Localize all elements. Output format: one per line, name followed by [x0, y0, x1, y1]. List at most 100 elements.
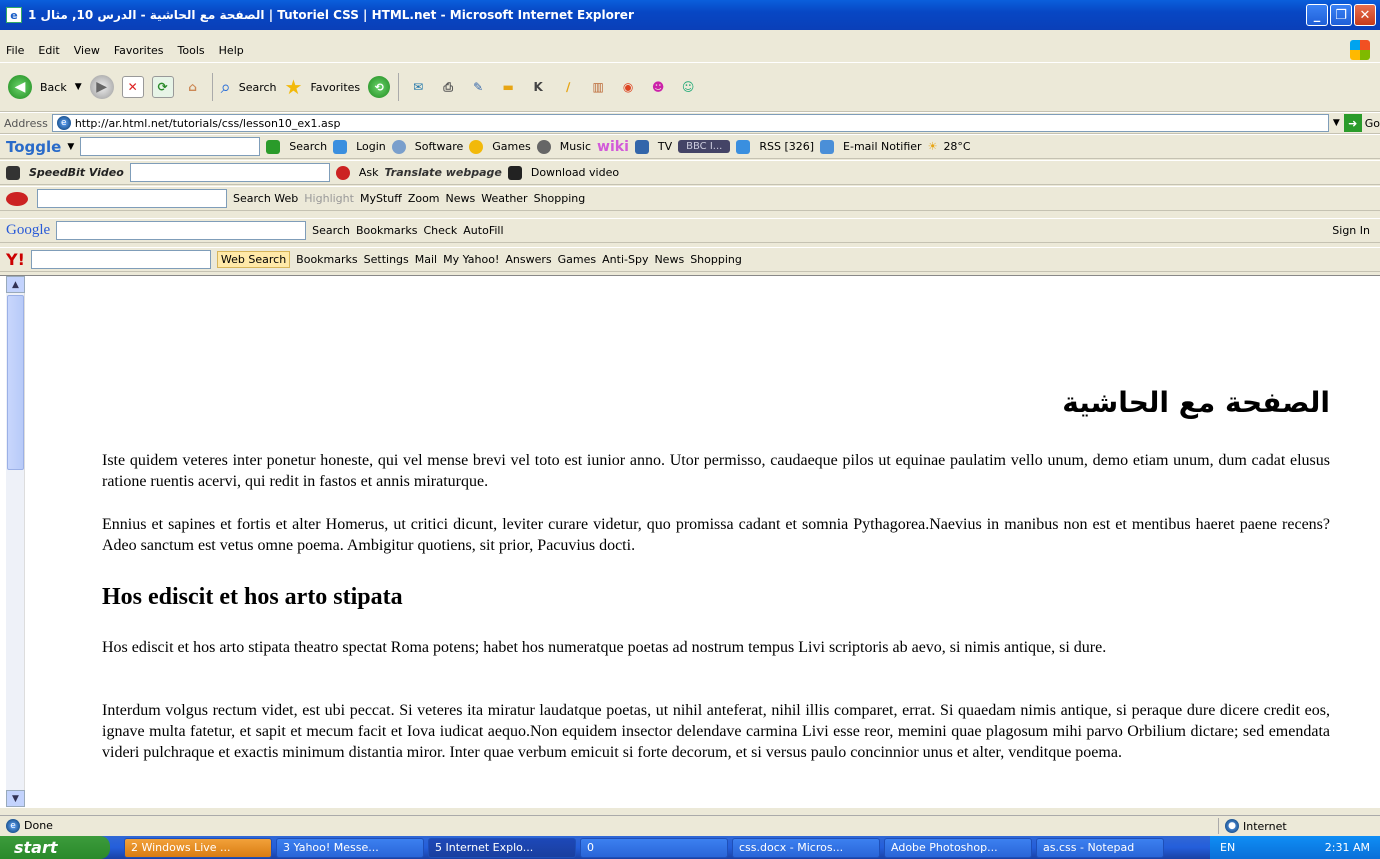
back-dropdown-icon[interactable]: ▼ — [75, 82, 82, 92]
language-indicator[interactable]: EN — [1220, 841, 1235, 854]
title-bar: e الصفحة مع الحاشية - الدرس 10, مثال 1 |… — [0, 0, 1380, 30]
minimize-button[interactable]: _ — [1306, 4, 1328, 26]
print-icon[interactable]: ⎙ — [437, 76, 459, 98]
google-brand[interactable]: Google — [6, 222, 50, 239]
toggle-search-button[interactable]: Search — [289, 140, 327, 153]
yahoo-web-search[interactable]: Web Search — [216, 251, 291, 268]
google-search[interactable]: Search — [312, 224, 350, 237]
google-autofill[interactable]: AutoFill — [463, 224, 503, 237]
menu-favorites[interactable]: Favorites — [114, 44, 164, 57]
edit-icon[interactable]: ✎ — [467, 76, 489, 98]
stop-icon[interactable]: ✕ — [121, 76, 144, 98]
back-arrow-icon[interactable]: ◀ — [8, 75, 32, 99]
scroll-thumb[interactable] — [7, 295, 24, 470]
books-icon[interactable]: ▥ — [587, 76, 609, 98]
taskbar-item[interactable]: 3 Yahoo! Messe... — [276, 837, 424, 858]
yahoo-games[interactable]: Games — [558, 253, 596, 266]
vertical-scrollbar[interactable]: ▲ ▼ — [6, 276, 25, 807]
tool-k-icon[interactable]: K — [527, 76, 549, 98]
taskbar-item[interactable]: 5 Internet Explo... — [428, 837, 576, 858]
google-check[interactable]: Check — [423, 224, 457, 237]
pen-icon[interactable]: ∕ — [557, 76, 579, 98]
ask-news[interactable]: News — [446, 192, 476, 205]
login-icon — [333, 139, 348, 154]
address-input[interactable]: e http://ar.html.net/tutorials/css/lesso… — [51, 114, 1329, 132]
toggle-software[interactable]: Software — [415, 140, 464, 153]
address-url[interactable]: http://ar.html.net/tutorials/css/lesson1… — [75, 117, 341, 130]
toggle-search-input[interactable] — [80, 137, 261, 156]
ask-mystuff[interactable]: MyStuff — [360, 192, 402, 205]
toggle-weather[interactable]: 28°C — [943, 140, 970, 153]
toggle-email[interactable]: E-mail Notifier — [843, 140, 922, 153]
refresh-icon[interactable]: ⟳ — [151, 76, 174, 98]
menu-edit[interactable]: Edit — [38, 44, 59, 57]
mail-icon[interactable]: ✉ — [407, 76, 429, 98]
ask-icon — [335, 165, 350, 180]
taskbar-item[interactable]: 2 Windows Live ... — [124, 837, 272, 858]
taskbar-item[interactable]: as.css - Notepad — [1036, 837, 1164, 858]
menu-help[interactable]: Help — [219, 44, 244, 57]
messenger-icon[interactable]: ☻ — [647, 76, 669, 98]
address-dropdown-icon[interactable]: ▼ — [1333, 118, 1340, 128]
toggle-login[interactable]: Login — [356, 140, 386, 153]
taskbar-item[interactable]: 0 — [580, 837, 728, 858]
ask-highlight[interactable]: Highlight — [304, 192, 354, 205]
toggle-games[interactable]: Games — [492, 140, 530, 153]
yahoo-settings[interactable]: Settings — [364, 253, 409, 266]
yahoo-shopping[interactable]: Shopping — [690, 253, 742, 266]
history-icon[interactable]: ⟲ — [368, 76, 391, 98]
yahoo-antispy[interactable]: Anti-Spy — [602, 253, 648, 266]
radio-player[interactable]: BBC I... — [678, 140, 731, 153]
toggle-wiki[interactable]: wiki — [597, 139, 629, 155]
menu-file[interactable]: File — [6, 44, 24, 57]
toggle-rss[interactable]: RSS [326] — [759, 140, 814, 153]
yahoo-answers[interactable]: Answers — [505, 253, 551, 266]
speedbit-input[interactable] — [129, 163, 330, 182]
google-search-input[interactable] — [56, 221, 307, 240]
download-video[interactable]: Download video — [531, 166, 619, 179]
ask-zoom[interactable]: Zoom — [408, 192, 440, 205]
search-icon[interactable]: ⌕ — [221, 77, 231, 98]
yahoo-bookmarks[interactable]: Bookmarks — [296, 253, 357, 266]
yahoo-my-yahoo[interactable]: My Yahoo! — [443, 253, 499, 266]
ask-weather[interactable]: Weather — [481, 192, 527, 205]
google-sign-in[interactable]: Sign In — [1332, 224, 1370, 237]
toggle-tv[interactable]: TV — [658, 140, 672, 153]
start-button[interactable]: start — [0, 836, 110, 859]
taskbar-item[interactable]: Adobe Photoshop... — [884, 837, 1032, 858]
ask-logo-icon[interactable] — [6, 191, 28, 206]
toggle-brand[interactable]: Toggle — [6, 138, 61, 156]
taskbar-item[interactable]: css.docx - Micros... — [732, 837, 880, 858]
back-button[interactable]: Back — [40, 81, 67, 94]
scroll-down-icon[interactable]: ▼ — [6, 790, 25, 807]
folder-icon[interactable]: ▬ — [497, 76, 519, 98]
ask-shopping[interactable]: Shopping — [534, 192, 586, 205]
speedbit-brand[interactable]: SpeedBit Video — [29, 166, 124, 179]
home-icon[interactable]: ⌂ — [182, 76, 204, 98]
maximize-button[interactable]: ❐ — [1330, 4, 1352, 26]
yahoo-news[interactable]: News — [654, 253, 684, 266]
menu-view[interactable]: View — [74, 44, 100, 57]
yahoo-mail[interactable]: Mail — [415, 253, 437, 266]
go-button[interactable]: ➜ Go — [1343, 114, 1380, 132]
search-button[interactable]: Search — [239, 81, 277, 94]
yahoo-search-input[interactable] — [30, 250, 211, 269]
people-icon[interactable]: ☺ — [677, 76, 699, 98]
ask-search-input[interactable] — [37, 189, 227, 208]
yahoo-logo-icon[interactable]: Y! — [6, 250, 25, 269]
scroll-up-icon[interactable]: ▲ — [6, 276, 25, 293]
forward-button[interactable]: ▶ — [89, 75, 114, 99]
toggle-dropdown-icon[interactable]: ▼ — [67, 142, 74, 152]
toggle-music[interactable]: Music — [560, 140, 591, 153]
menu-tools[interactable]: Tools — [178, 44, 205, 57]
favorites-button[interactable]: Favorites — [310, 81, 360, 94]
clock[interactable]: 2:31 AM — [1325, 841, 1370, 854]
close-button[interactable]: ✕ — [1354, 4, 1376, 26]
favorites-star-icon[interactable]: ★ — [285, 75, 303, 99]
media-icon[interactable]: ◉ — [617, 76, 639, 98]
ask-search-web[interactable]: Search Web — [233, 192, 298, 205]
translate-webpage[interactable]: Translate webpage — [384, 166, 501, 179]
ie-page-icon: e — [6, 818, 20, 833]
speedbit-ask[interactable]: Ask — [359, 166, 379, 179]
google-bookmarks[interactable]: Bookmarks — [356, 224, 417, 237]
